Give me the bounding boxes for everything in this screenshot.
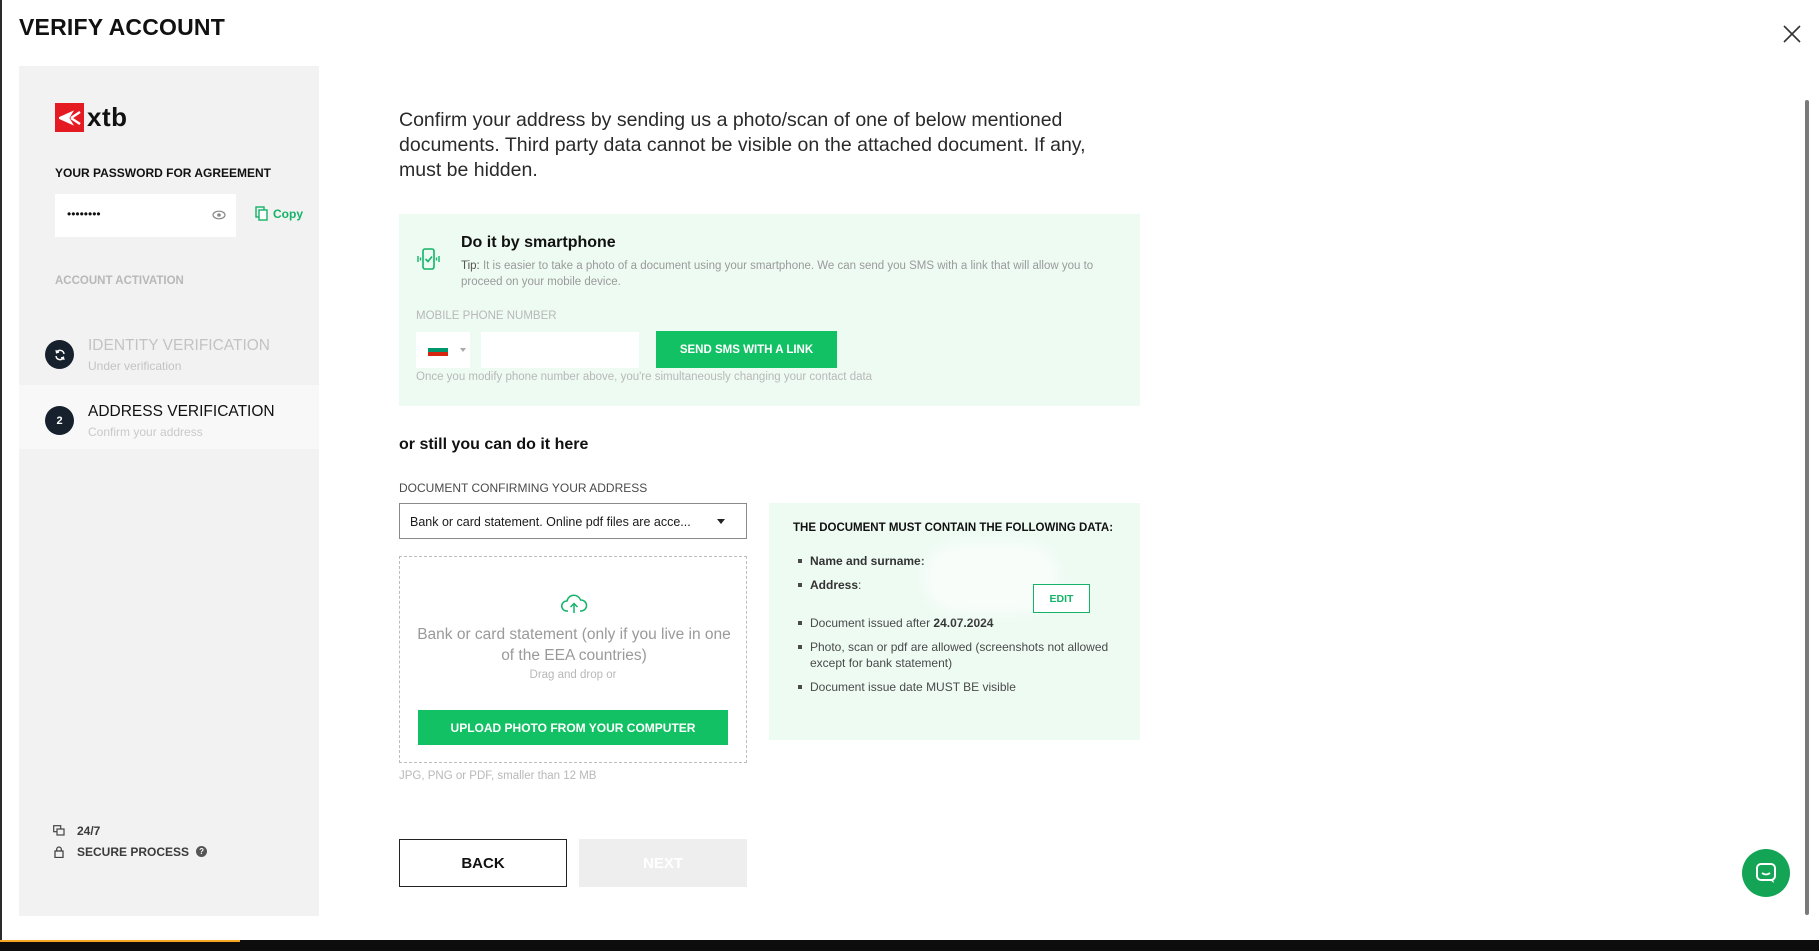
upload-title: Bank or card statement (only if you live… (417, 626, 731, 664)
sidebar: xtb YOUR PASSWORD FOR AGREEMENT ••••••••… (19, 66, 319, 916)
phone-label: MOBILE PHONE NUMBER (416, 310, 557, 322)
chevron-down-icon (460, 348, 466, 352)
step-status-badge (45, 340, 74, 369)
step-title: ADDRESS VERIFICATION (88, 403, 275, 420)
step-title: IDENTITY VERIFICATION (88, 337, 270, 354)
file-requirements-note: JPG, PNG or PDF, smaller than 12 MB (399, 770, 597, 782)
back-button[interactable]: BACK (399, 839, 567, 887)
scrollbar[interactable] (1805, 100, 1809, 915)
issued-date: 24.07.2024 (933, 616, 994, 630)
password-field[interactable]: •••••••• (55, 194, 236, 237)
step-address-verification[interactable]: 2 ADDRESS VERIFICATION Confirm your addr… (19, 385, 319, 449)
step-subtitle: Confirm your address (88, 425, 203, 439)
step-subtitle: Under verification (88, 359, 182, 373)
intro-text: Confirm your address by sending us a pho… (399, 109, 1086, 181)
secure-process: SECURE PROCESS ? (53, 841, 208, 862)
alternative-title: or still you can do it here (399, 436, 589, 453)
country-flag-icon (428, 344, 448, 356)
next-button[interactable]: NEXT (579, 839, 747, 887)
document-label: DOCUMENT CONFIRMING YOUR ADDRESS (399, 481, 648, 495)
close-icon[interactable] (1780, 22, 1804, 46)
window-edge (0, 0, 2, 940)
edit-address-button[interactable]: EDIT (1033, 584, 1090, 613)
copy-button[interactable]: Copy (255, 206, 303, 221)
phone-number-input[interactable] (481, 332, 639, 368)
chat-icon (1756, 863, 1776, 883)
progress-accent (0, 940, 240, 942)
country-code-select[interactable] (416, 332, 470, 368)
copy-icon (255, 206, 268, 221)
taskbar-strip (0, 940, 1819, 951)
issued-text: Document issued after (810, 616, 931, 630)
support-hours-label: 24/7 (77, 823, 101, 838)
page-title: VERIFY ACCOUNT (19, 14, 225, 40)
phone-note: Once you modify phone number above, you'… (416, 371, 873, 383)
xtb-logo-icon (55, 103, 84, 132)
smartphone-tip: Tip: It is easier to take a photo of a d… (461, 258, 1121, 290)
address-label: Address (810, 578, 859, 592)
xtb-logo: xtb (55, 102, 128, 133)
support-info: 24/7 SECURE PROCESS ? (53, 820, 208, 862)
step-identity-verification[interactable]: IDENTITY VERIFICATION Under verification (19, 319, 319, 383)
chat-launcher-button[interactable] (1742, 849, 1790, 897)
smartphone-panel: Do it by smartphone Tip: It is easier to… (399, 214, 1140, 406)
requirements-title: THE DOCUMENT MUST CONTAIN THE FOLLOWING … (793, 522, 1114, 534)
cloud-upload-icon (561, 594, 588, 613)
lock-icon (54, 845, 64, 858)
list-item: Document issued after 24.07.2024 (793, 615, 1123, 631)
smartphone-title: Do it by smartphone (461, 234, 616, 251)
tip-text: It is easier to take a photo of a docume… (461, 260, 1094, 288)
close-button[interactable] (1780, 22, 1804, 46)
refresh-icon (54, 349, 65, 360)
verify-account-page: VERIFY ACCOUNT xtb YOUR PASSWORD FOR AGR… (0, 0, 1819, 951)
list-item: Document issue date MUST BE visible (793, 679, 1123, 695)
list-item: Photo, scan or pdf are allowed (screensh… (793, 639, 1123, 671)
smartphone-check-icon (417, 248, 440, 270)
password-label: YOUR PASSWORD FOR AGREEMENT (55, 166, 272, 180)
secure-process-label: SECURE PROCESS (77, 844, 190, 859)
send-sms-button[interactable]: SEND SMS WITH A LINK (656, 331, 837, 368)
password-value: •••••••• (67, 207, 101, 221)
chevron-down-icon (717, 519, 725, 524)
eye-icon[interactable] (212, 209, 226, 221)
document-type-select[interactable]: Bank or card statement. Online pdf files… (399, 503, 747, 539)
requirements-panel: THE DOCUMENT MUST CONTAIN THE FOLLOWING … (769, 503, 1140, 740)
step-number-badge: 2 (45, 406, 74, 435)
logo-text: xtb (87, 102, 128, 132)
upload-subtitle: Drag and drop or (529, 669, 617, 681)
upload-dropzone[interactable]: Bank or card statement (only if you live… (399, 556, 747, 763)
support-hours: 24/7 (53, 820, 207, 841)
account-activation-label: ACCOUNT ACTIVATION (55, 275, 184, 287)
tip-label: Tip: (461, 260, 480, 272)
upload-photo-button[interactable]: UPLOAD PHOTO FROM YOUR COMPUTER (418, 710, 728, 745)
document-type-value: Bank or card statement. Online pdf files… (410, 515, 691, 529)
copy-label: Copy (273, 206, 303, 221)
chat-bubbles-icon (53, 824, 65, 836)
name-label: Name and surname: (810, 554, 925, 568)
help-icon[interactable]: ? (196, 846, 208, 857)
